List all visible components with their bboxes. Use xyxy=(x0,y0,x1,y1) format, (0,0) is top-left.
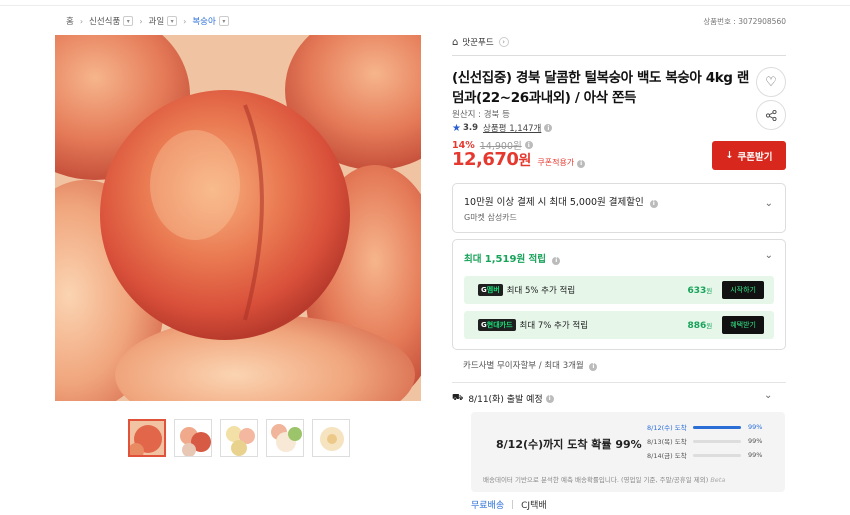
divider xyxy=(452,55,786,56)
coupon-price-label: 쿠폰적용가 xyxy=(537,158,575,167)
sale-price: 12,670 원 쿠폰적용가 i xyxy=(452,149,586,170)
shop-name: 맛꾼푸드 xyxy=(462,38,494,48)
points-desc: 최대 7% 추가 적립 xyxy=(519,321,589,331)
points-row: G현대카드 최대 7% 추가 적립 886원 혜택받기 xyxy=(464,311,774,339)
info-icon[interactable]: i xyxy=(524,141,533,149)
delivery-bar xyxy=(693,453,741,457)
shipping-date: ⛟ 8/11(화) 출발 예정 i xyxy=(452,392,554,405)
delivery-bar-fill xyxy=(693,425,741,429)
points-row: G멤버 최대 5% 추가 적립 633원 시작하기 xyxy=(464,276,774,304)
chevron-right-icon: › xyxy=(183,16,187,26)
start-membership-button[interactable]: 시작하기 xyxy=(722,281,764,299)
delivery-date: 8/12(수) 도착 xyxy=(647,424,687,432)
top-divider xyxy=(0,0,850,6)
points-amount: 886원 xyxy=(687,320,713,331)
member-tag: G멤버 xyxy=(478,284,503,296)
breadcrumb-home[interactable]: 홈 xyxy=(66,15,74,27)
wishlist-button[interactable]: ♡ xyxy=(756,67,786,97)
delivery-bar xyxy=(693,439,741,443)
info-icon[interactable]: i xyxy=(545,394,554,403)
rating-score: 3.9 xyxy=(462,123,479,133)
carrier-label: CJ택배 xyxy=(521,501,547,511)
share-button[interactable] xyxy=(756,100,786,130)
points-panel: 최대 1,519원 적립 i ⌄ G멤버 최대 5% 추가 적립 633원 시작… xyxy=(452,239,786,350)
chevron-down-icon[interactable]: ▾ xyxy=(167,16,178,26)
price-number: 12,670 xyxy=(452,149,519,170)
thumbnail-1[interactable] xyxy=(128,419,166,457)
download-icon: ↓ xyxy=(725,150,734,161)
delivery-line: 8/12(수) 도착 99% xyxy=(647,422,772,432)
product-main-image xyxy=(55,35,421,401)
breadcrumb: 홈 › 신선식품 ▾ › 과일 ▾ › 복숭아 ▾ xyxy=(66,14,229,28)
truck-icon: ⛟ xyxy=(452,393,464,403)
breadcrumb-category-2[interactable]: 과일 xyxy=(149,15,165,27)
coupon-button-label: 쿠폰받기 xyxy=(737,151,773,163)
info-icon[interactable]: i xyxy=(552,256,561,265)
thumbnail-2[interactable] xyxy=(174,419,212,457)
divider xyxy=(512,500,514,509)
chevron-right-icon: › xyxy=(498,37,509,47)
info-icon[interactable]: i xyxy=(577,159,586,168)
card-name: G마켓 삼성카드 xyxy=(464,213,517,222)
origin-text: 원산지 : 경북 등 xyxy=(452,110,510,120)
chevron-down-icon[interactable]: ⌄ xyxy=(765,250,773,261)
delivery-headline: 8/12(수)까지 도착 확률 99% xyxy=(496,438,642,451)
home-icon: ⌂ xyxy=(452,36,459,48)
info-icon[interactable]: i xyxy=(589,362,598,371)
product-number: 상품번호 : 3072908560 xyxy=(703,17,786,26)
shop-link[interactable]: ⌂ 맛꾼푸드 › xyxy=(452,36,509,48)
points-desc: 최대 5% 추가 적립 xyxy=(506,286,576,296)
delivery-percent: 99% xyxy=(748,423,763,431)
delivery-percent: 99% xyxy=(748,451,763,459)
thumbnail-3[interactable] xyxy=(220,419,258,457)
star-icon: ★ xyxy=(452,122,461,134)
info-icon[interactable]: i xyxy=(649,199,658,208)
chevron-down-icon[interactable]: ⌄ xyxy=(764,390,838,401)
free-shipping-label: 무료배송 xyxy=(471,501,505,511)
breadcrumb-category-1[interactable]: 신선식품 xyxy=(89,15,120,27)
chevron-down-icon[interactable]: ▾ xyxy=(123,16,134,26)
delivery-bar xyxy=(693,425,741,429)
get-benefit-button[interactable]: 혜택받기 xyxy=(722,316,764,334)
delivery-date: 8/14(금) 도착 xyxy=(647,452,687,460)
card-tag: G현대카드 xyxy=(478,319,516,331)
coupon-download-button[interactable]: ↓ 쿠폰받기 xyxy=(712,141,786,170)
card-discount-panel[interactable]: 10만원 이상 결제 시 최대 5,000원 결제할인 i G마켓 삼성카드 ⌄ xyxy=(452,183,786,233)
delivery-note: 배송데이터 기반으로 분석한 예측 배송확률입니다. (영업일 기준, 주말/공… xyxy=(483,476,726,484)
info-icon[interactable]: i xyxy=(544,124,553,132)
delivery-options: 무료배송 CJ택배 xyxy=(471,498,547,511)
delivery-date: 8/13(목) 도착 xyxy=(647,438,687,446)
breadcrumb-category-3[interactable]: 복숭아 xyxy=(192,15,215,27)
thumbnail-strip xyxy=(128,419,350,457)
divider xyxy=(452,382,786,383)
thumbnail-4[interactable] xyxy=(266,419,304,457)
heart-icon: ♡ xyxy=(765,74,777,90)
share-icon xyxy=(765,109,777,121)
chevron-down-icon[interactable]: ⌄ xyxy=(765,198,773,209)
points-amount: 633원 xyxy=(687,285,713,296)
delivery-line: 8/14(금) 도착 99% xyxy=(647,450,772,460)
installment-info: 카드사별 무이자할부 / 최대 3개월 i xyxy=(463,359,598,371)
card-discount-text: 10만원 이상 결제 시 최대 5,000원 결제할인 i xyxy=(464,194,658,208)
points-headline: 최대 1,519원 적립 i xyxy=(464,251,561,265)
review-count-link[interactable]: 상품평 1,147개 xyxy=(483,122,541,134)
delivery-line: 8/13(목) 도착 99% xyxy=(647,436,772,446)
rating: ★ 3.9 상품평 1,147개 i xyxy=(452,122,553,134)
chevron-down-icon[interactable]: ▾ xyxy=(218,16,229,26)
chevron-right-icon: › xyxy=(79,16,84,26)
delivery-percent: 99% xyxy=(748,437,763,445)
delivery-probability-box: 8/12(수)까지 도착 확률 99% 8/12(수) 도착 99% 8/13(… xyxy=(471,412,785,492)
chevron-right-icon: › xyxy=(139,16,143,26)
thumbnail-5[interactable] xyxy=(312,419,350,457)
product-title: (신선집중) 경북 달콤한 털복숭아 백도 복숭아 4kg 랜덤과(22~26과… xyxy=(452,70,749,106)
price-unit: 원 xyxy=(518,153,532,169)
